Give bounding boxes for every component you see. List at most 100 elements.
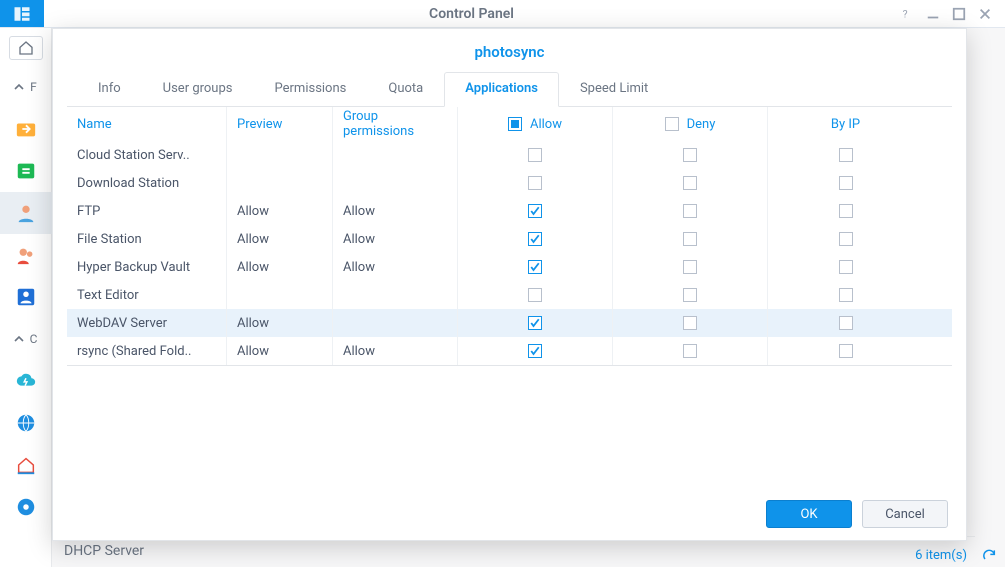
byip-checkbox[interactable] bbox=[839, 232, 853, 246]
help-icon[interactable]: ? bbox=[899, 6, 915, 22]
network-house-icon bbox=[15, 454, 37, 476]
deny-checkbox[interactable] bbox=[683, 344, 697, 358]
nav-dhcp[interactable] bbox=[0, 486, 52, 528]
cell-preview bbox=[227, 141, 333, 169]
deny-checkbox[interactable] bbox=[683, 316, 697, 330]
deny-checkbox[interactable] bbox=[683, 260, 697, 274]
cell-name: File Station bbox=[67, 225, 227, 253]
folder-share-icon bbox=[15, 118, 37, 140]
allow-checkbox[interactable] bbox=[528, 260, 542, 274]
byip-checkbox[interactable] bbox=[839, 260, 853, 274]
cell-name: FTP bbox=[67, 197, 227, 225]
allow-checkbox[interactable] bbox=[528, 204, 542, 218]
nav-file-services[interactable] bbox=[0, 150, 52, 192]
nav-external-access[interactable] bbox=[0, 402, 52, 444]
cell-by-ip bbox=[768, 253, 923, 281]
cell-deny bbox=[613, 169, 768, 197]
allow-checkbox[interactable] bbox=[528, 316, 542, 330]
deny-checkbox[interactable] bbox=[683, 204, 697, 218]
section-collapse-connectivity[interactable]: C bbox=[0, 318, 52, 360]
nav-shared-folder[interactable] bbox=[0, 108, 52, 150]
deny-checkbox[interactable] bbox=[683, 176, 697, 190]
cell-by-ip bbox=[768, 225, 923, 253]
byip-checkbox[interactable] bbox=[839, 344, 853, 358]
cloud-bolt-icon bbox=[15, 370, 37, 392]
byip-checkbox[interactable] bbox=[839, 288, 853, 302]
allow-checkbox[interactable] bbox=[528, 148, 542, 162]
cell-by-ip bbox=[768, 309, 923, 337]
table-header: Name Preview Group permissions Allow Den… bbox=[67, 107, 952, 141]
allow-checkbox[interactable] bbox=[528, 344, 542, 358]
section-letter: C bbox=[30, 332, 38, 346]
nav-network[interactable] bbox=[0, 444, 52, 486]
tab-permissions[interactable]: Permissions bbox=[254, 72, 368, 107]
deny-header-checkbox[interactable] bbox=[665, 117, 679, 131]
allow-checkbox[interactable] bbox=[528, 288, 542, 302]
tab-info[interactable]: Info bbox=[77, 72, 142, 107]
table-row[interactable]: WebDAV ServerAllow bbox=[67, 309, 952, 337]
cell-deny bbox=[613, 281, 768, 309]
cell-by-ip bbox=[768, 141, 923, 169]
nav-quickconnect[interactable] bbox=[0, 360, 52, 402]
byip-checkbox[interactable] bbox=[839, 316, 853, 330]
deny-checkbox[interactable] bbox=[683, 232, 697, 246]
cell-allow bbox=[458, 281, 613, 309]
maximize-icon[interactable] bbox=[951, 6, 967, 22]
table-row[interactable]: Cloud Station Serv.. bbox=[67, 141, 952, 169]
dialog-tabs: InfoUser groupsPermissionsQuotaApplicati… bbox=[67, 71, 952, 107]
th-by-ip[interactable]: By IP bbox=[768, 107, 923, 141]
byip-checkbox[interactable] bbox=[839, 204, 853, 218]
table-row[interactable]: Download Station bbox=[67, 169, 952, 197]
th-allow[interactable]: Allow bbox=[458, 107, 613, 141]
cell-group-permissions: Allow bbox=[333, 253, 458, 281]
ok-button[interactable]: OK bbox=[766, 500, 852, 528]
th-preview[interactable]: Preview bbox=[227, 107, 333, 141]
user-icon bbox=[15, 202, 37, 224]
svg-text:?: ? bbox=[903, 7, 908, 20]
nav-domain[interactable] bbox=[0, 276, 52, 318]
minimize-icon[interactable] bbox=[925, 6, 941, 22]
cell-group-permissions: Allow bbox=[333, 225, 458, 253]
cell-name: Download Station bbox=[67, 169, 227, 197]
cell-allow bbox=[458, 337, 613, 365]
control-panel-icon bbox=[13, 5, 31, 23]
home-button[interactable] bbox=[9, 36, 43, 60]
tab-applications[interactable]: Applications bbox=[444, 72, 559, 107]
table-row[interactable]: File StationAllowAllow bbox=[67, 225, 952, 253]
cell-name: Hyper Backup Vault bbox=[67, 253, 227, 281]
table-row[interactable]: Hyper Backup VaultAllowAllow bbox=[67, 253, 952, 281]
th-group-permissions[interactable]: Group permissions bbox=[333, 107, 458, 141]
byip-checkbox[interactable] bbox=[839, 148, 853, 162]
nav-user[interactable] bbox=[0, 192, 52, 234]
close-icon[interactable] bbox=[977, 6, 993, 22]
allow-checkbox[interactable] bbox=[528, 176, 542, 190]
section-letter: F bbox=[30, 80, 37, 94]
allow-checkbox[interactable] bbox=[528, 232, 542, 246]
tab-user-groups[interactable]: User groups bbox=[142, 72, 254, 107]
table-row[interactable]: Text Editor bbox=[67, 281, 952, 309]
chevron-up-icon bbox=[14, 334, 24, 344]
table-row[interactable]: FTPAllowAllow bbox=[67, 197, 952, 225]
section-collapse-file[interactable]: F bbox=[0, 66, 52, 108]
cell-group-permissions: Allow bbox=[333, 197, 458, 225]
tab-speed-limit[interactable]: Speed Limit bbox=[559, 72, 669, 107]
cancel-button[interactable]: Cancel bbox=[862, 500, 948, 528]
deny-checkbox[interactable] bbox=[683, 148, 697, 162]
byip-checkbox[interactable] bbox=[839, 176, 853, 190]
cell-group-permissions bbox=[333, 141, 458, 169]
tab-quota[interactable]: Quota bbox=[367, 72, 444, 107]
cell-deny bbox=[613, 197, 768, 225]
dhcp-icon bbox=[15, 496, 37, 518]
deny-checkbox[interactable] bbox=[683, 288, 697, 302]
cell-preview bbox=[227, 281, 333, 309]
left-nav: F C bbox=[0, 28, 52, 567]
nav-group[interactable] bbox=[0, 234, 52, 276]
cell-name: WebDAV Server bbox=[67, 309, 227, 337]
cell-deny bbox=[613, 225, 768, 253]
th-deny[interactable]: Deny bbox=[613, 107, 768, 141]
chevron-up-icon bbox=[14, 82, 24, 92]
th-name[interactable]: Name bbox=[67, 107, 227, 141]
cell-allow bbox=[458, 169, 613, 197]
table-row[interactable]: rsync (Shared Fold..AllowAllow bbox=[67, 337, 952, 365]
allow-header-indeterminate-icon[interactable] bbox=[508, 117, 522, 131]
